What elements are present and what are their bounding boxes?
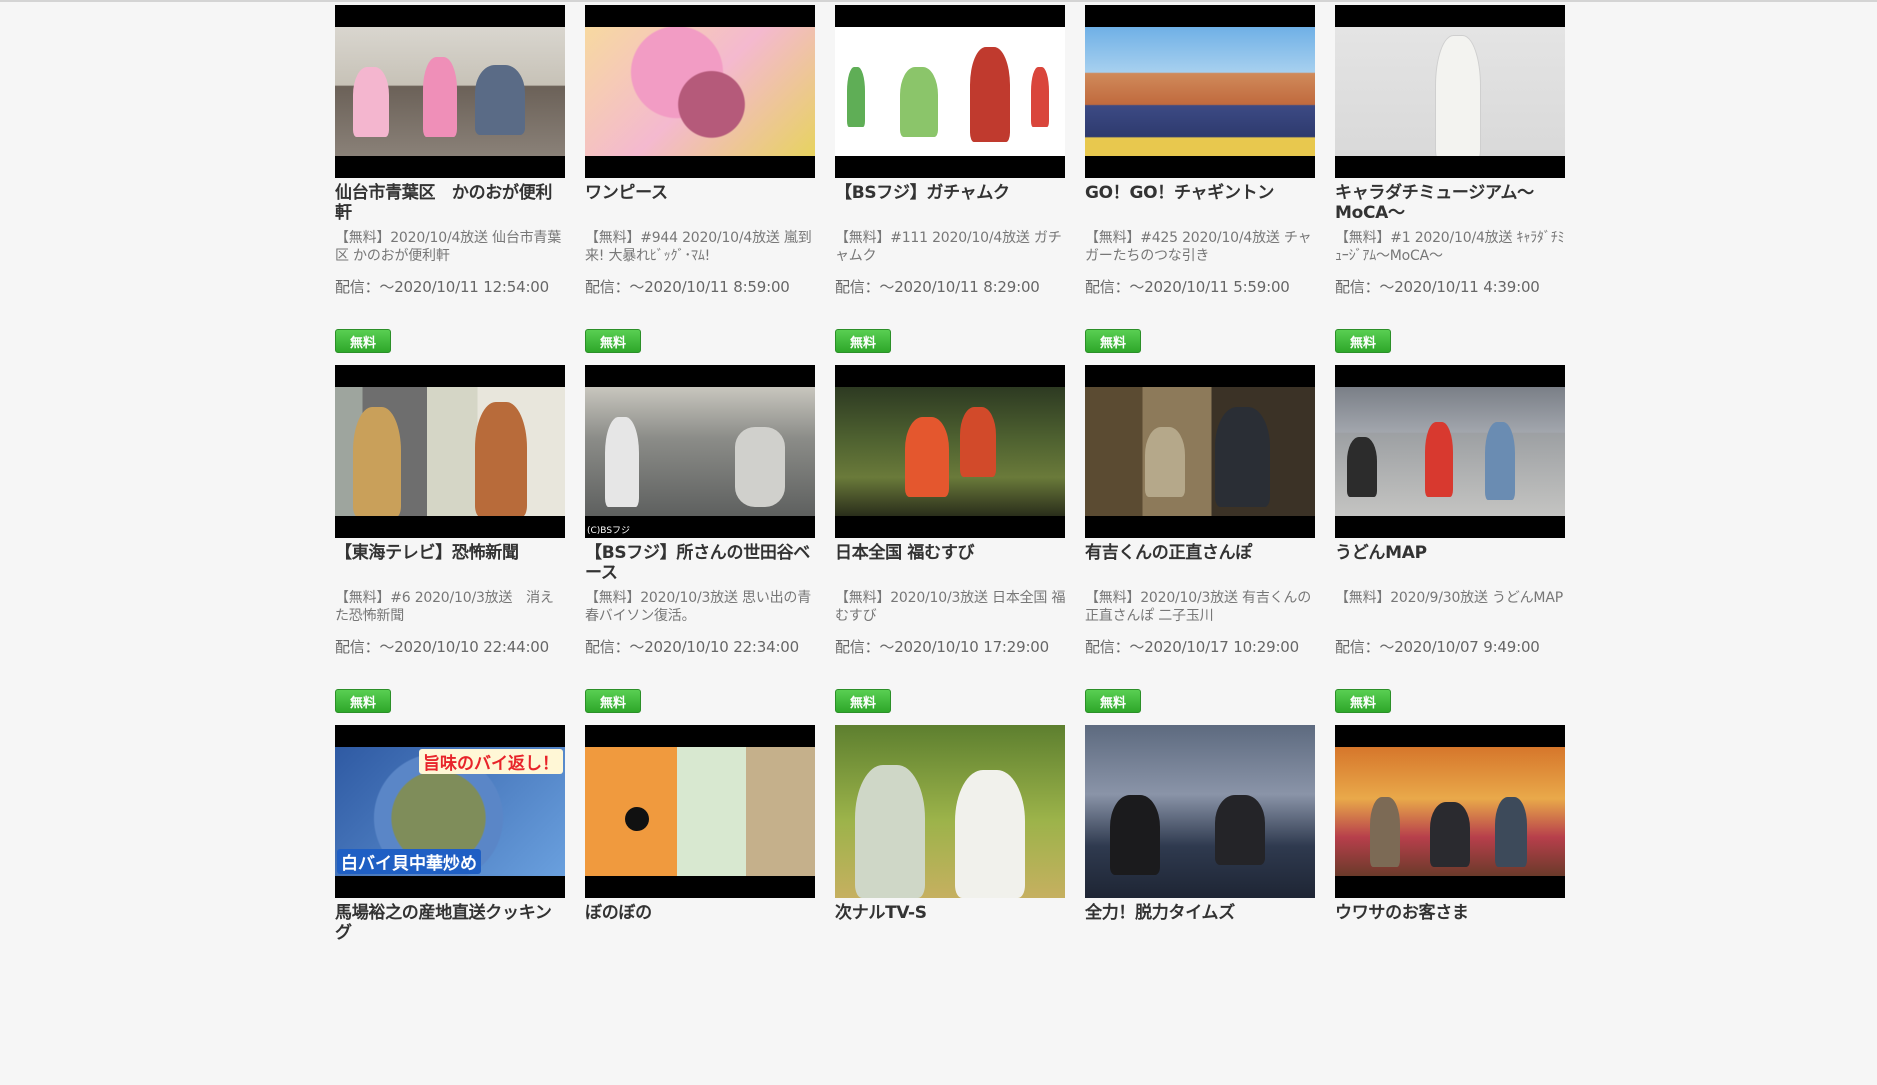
program-thumbnail[interactable] [835,365,1065,538]
program-title[interactable]: うどんMAP [1335,543,1567,563]
office-icon [335,27,565,156]
free-badge: 無料 [1085,689,1141,713]
program-card[interactable]: 無料 (C)BSフジ 【BSフジ】所さんの世田谷ベース 【無料】2020/10/… [585,329,817,725]
free-badge: 無料 [335,689,391,713]
program-card[interactable]: キャラダチミュージアム～MoCA～ 【無料】#1 2020/10/4放送 ｷｬﾗ… [1335,5,1565,365]
free-badge: 無料 [835,329,891,353]
free-badge: 無料 [1085,329,1141,353]
program-card[interactable]: 仙台市青葉区 かのおが便利軒 【無料】2020/10/4放送 仙台市青葉区 かの… [335,5,565,365]
program-thumbnail[interactable] [335,5,565,178]
free-badge: 無料 [585,689,641,713]
program-availability: 配信：～2020/10/17 10:29:00 [1085,638,1299,656]
program-availability: 配信：～2020/10/10 17:29:00 [835,638,1049,656]
program-thumbnail[interactable]: (C)BSフジ [585,365,815,538]
program-thumbnail[interactable] [1085,5,1315,178]
program-title[interactable]: 仙台市青葉区 かのおが便利軒 [335,183,567,223]
studio-icon [1085,725,1315,898]
program-availability: 配信：～2020/10/11 5:59:00 [1085,278,1290,296]
woman-icon [1335,27,1565,156]
forest-icon [835,387,1065,516]
program-description: 【無料】2020/10/3放送 日本全国 福むすび [835,590,1066,624]
program-thumbnail[interactable] [585,5,815,178]
program-card[interactable]: ワンピース 【無料】#944 2020/10/4放送 嵐到来! 大暴れﾋﾞｯｸﾞ… [585,5,815,365]
program-title[interactable]: GO！GO！チャギントン [1085,183,1317,203]
program-title[interactable]: キャラダチミュージアム～MoCA～ [1335,183,1567,223]
program-thumbnail[interactable] [1085,365,1315,538]
program-title[interactable]: ワンピース [585,183,817,203]
program-description: 【無料】#1 2020/10/4放送 ｷｬﾗﾀﾞﾁﾐｭｰｼﾞｱﾑ～MoCA～ [1335,230,1565,264]
program-description: 【無料】#944 2020/10/4放送 嵐到来! 大暴れﾋﾞｯｸﾞ･ﾏﾑ! [585,230,812,264]
anime-icon [585,27,815,156]
thumbnail-caption-top: 旨味のバイ返し！ [419,749,563,774]
program-title[interactable]: ウワサのお客さま [1335,903,1567,923]
thumbnail-caption-bottom: 白バイ貝中華炒め [337,849,481,874]
program-thumbnail[interactable] [335,365,565,538]
free-badge: 無料 [335,329,391,353]
garage-icon [585,387,815,516]
program-card[interactable]: 無料 うどんMAP 【無料】2020/9/30放送 うどんMAP 配信：～202… [1335,329,1567,725]
program-thumbnail[interactable] [1085,725,1315,898]
garden-icon [835,725,1065,898]
program-title[interactable]: 馬場裕之の産地直送クッキング [335,903,567,943]
terrace-icon [1085,387,1315,516]
street-icon [1335,387,1565,516]
program-title[interactable]: 日本全国 福むすび [835,543,1067,563]
train-icon [1085,27,1315,156]
program-thumbnail[interactable] [1335,365,1565,538]
program-thumbnail[interactable] [835,5,1065,178]
program-description: 【無料】#425 2020/10/4放送 チャガーたちのつな引き [1085,230,1312,264]
program-title[interactable]: 次ナルTV-S [835,903,1067,923]
program-card[interactable]: 無料 次ナルTV-S [835,689,1067,1085]
program-thumbnail[interactable] [835,725,1065,898]
program-title[interactable]: 有吉くんの正直さんぽ [1085,543,1317,563]
program-title[interactable]: ぼのぼの [585,903,817,923]
program-title[interactable]: 【BSフジ】所さんの世田谷ベース [585,543,817,583]
program-availability: 配信：～2020/10/10 22:44:00 [335,638,549,656]
free-badge: 無料 [1335,689,1391,713]
free-badge: 無料 [585,329,641,353]
program-description: 【無料】2020/9/30放送 うどんMAP [1335,590,1563,606]
program-description: 【無料】#111 2020/10/4放送 ガチャムク [835,230,1062,264]
program-title[interactable]: 全力！脱力タイムズ [1085,903,1317,923]
program-thumbnail[interactable] [585,725,815,898]
program-availability: 配信：～2020/10/11 12:54:00 [335,278,549,296]
food-icon: 旨味のバイ返し！ 白バイ貝中華炒め [335,747,565,876]
program-availability: 配信：～2020/10/11 4:39:00 [1335,278,1540,296]
cartoon-icon [585,747,815,876]
program-availability: 配信：～2020/10/07 9:49:00 [1335,638,1540,656]
stage-icon [1335,747,1565,876]
program-thumbnail[interactable] [1335,5,1565,178]
program-card[interactable]: 無料 ウワサのお客さま [1335,689,1567,1085]
program-card[interactable]: 無料 有吉くんの正直さんぽ 【無料】2020/10/3放送 有吉くんの正直さんぽ… [1085,329,1317,725]
program-card[interactable]: 無料 全力！脱力タイムズ [1085,689,1317,1085]
program-card[interactable]: 無料 【東海テレビ】恐怖新聞 【無料】#6 2020/10/3放送 消えた恐怖新… [335,329,567,725]
top-border [0,0,1877,2]
drama-icon [335,387,565,516]
program-card[interactable]: GO！GO！チャギントン 【無料】#425 2020/10/4放送 チャガーたち… [1085,5,1315,365]
program-thumbnail[interactable]: 旨味のバイ返し！ 白バイ貝中華炒め [335,725,565,898]
program-card[interactable]: 無料 旨味のバイ返し！ 白バイ貝中華炒め 馬場裕之の産地直送クッキング [335,689,567,1085]
free-badge: 無料 [835,689,891,713]
program-description: 【無料】2020/10/4放送 仙台市青葉区 かのおが便利軒 [335,230,562,264]
puppet-icon [835,27,1065,156]
program-grid: 仙台市青葉区 かのおが便利軒 【無料】2020/10/4放送 仙台市青葉区 かの… [335,5,1565,1085]
program-thumbnail[interactable] [1335,725,1565,898]
program-card[interactable]: 無料 日本全国 福むすび 【無料】2020/10/3放送 日本全国 福むすび 配… [835,329,1067,725]
program-card[interactable]: 【BSフジ】ガチャムク 【無料】#111 2020/10/4放送 ガチャムク 配… [835,5,1065,365]
program-availability: 配信：～2020/10/11 8:59:00 [585,278,790,296]
program-availability: 配信：～2020/10/11 8:29:00 [835,278,1040,296]
program-description: 【無料】2020/10/3放送 思い出の青春バイソン復活。 [585,590,812,624]
program-title[interactable]: 【東海テレビ】恐怖新聞 [335,543,567,563]
copyright-credit: (C)BSフジ [587,526,631,536]
program-availability: 配信：～2020/10/10 22:34:00 [585,638,799,656]
program-description: 【無料】#6 2020/10/3放送 消えた恐怖新聞 [335,590,554,624]
program-title[interactable]: 【BSフジ】ガチャムク [835,183,1067,203]
program-card[interactable]: 無料 ぼのぼの [585,689,817,1085]
program-description: 【無料】2020/10/3放送 有吉くんの正直さんぽ 二子玉川 [1085,590,1312,624]
free-badge: 無料 [1335,329,1391,353]
